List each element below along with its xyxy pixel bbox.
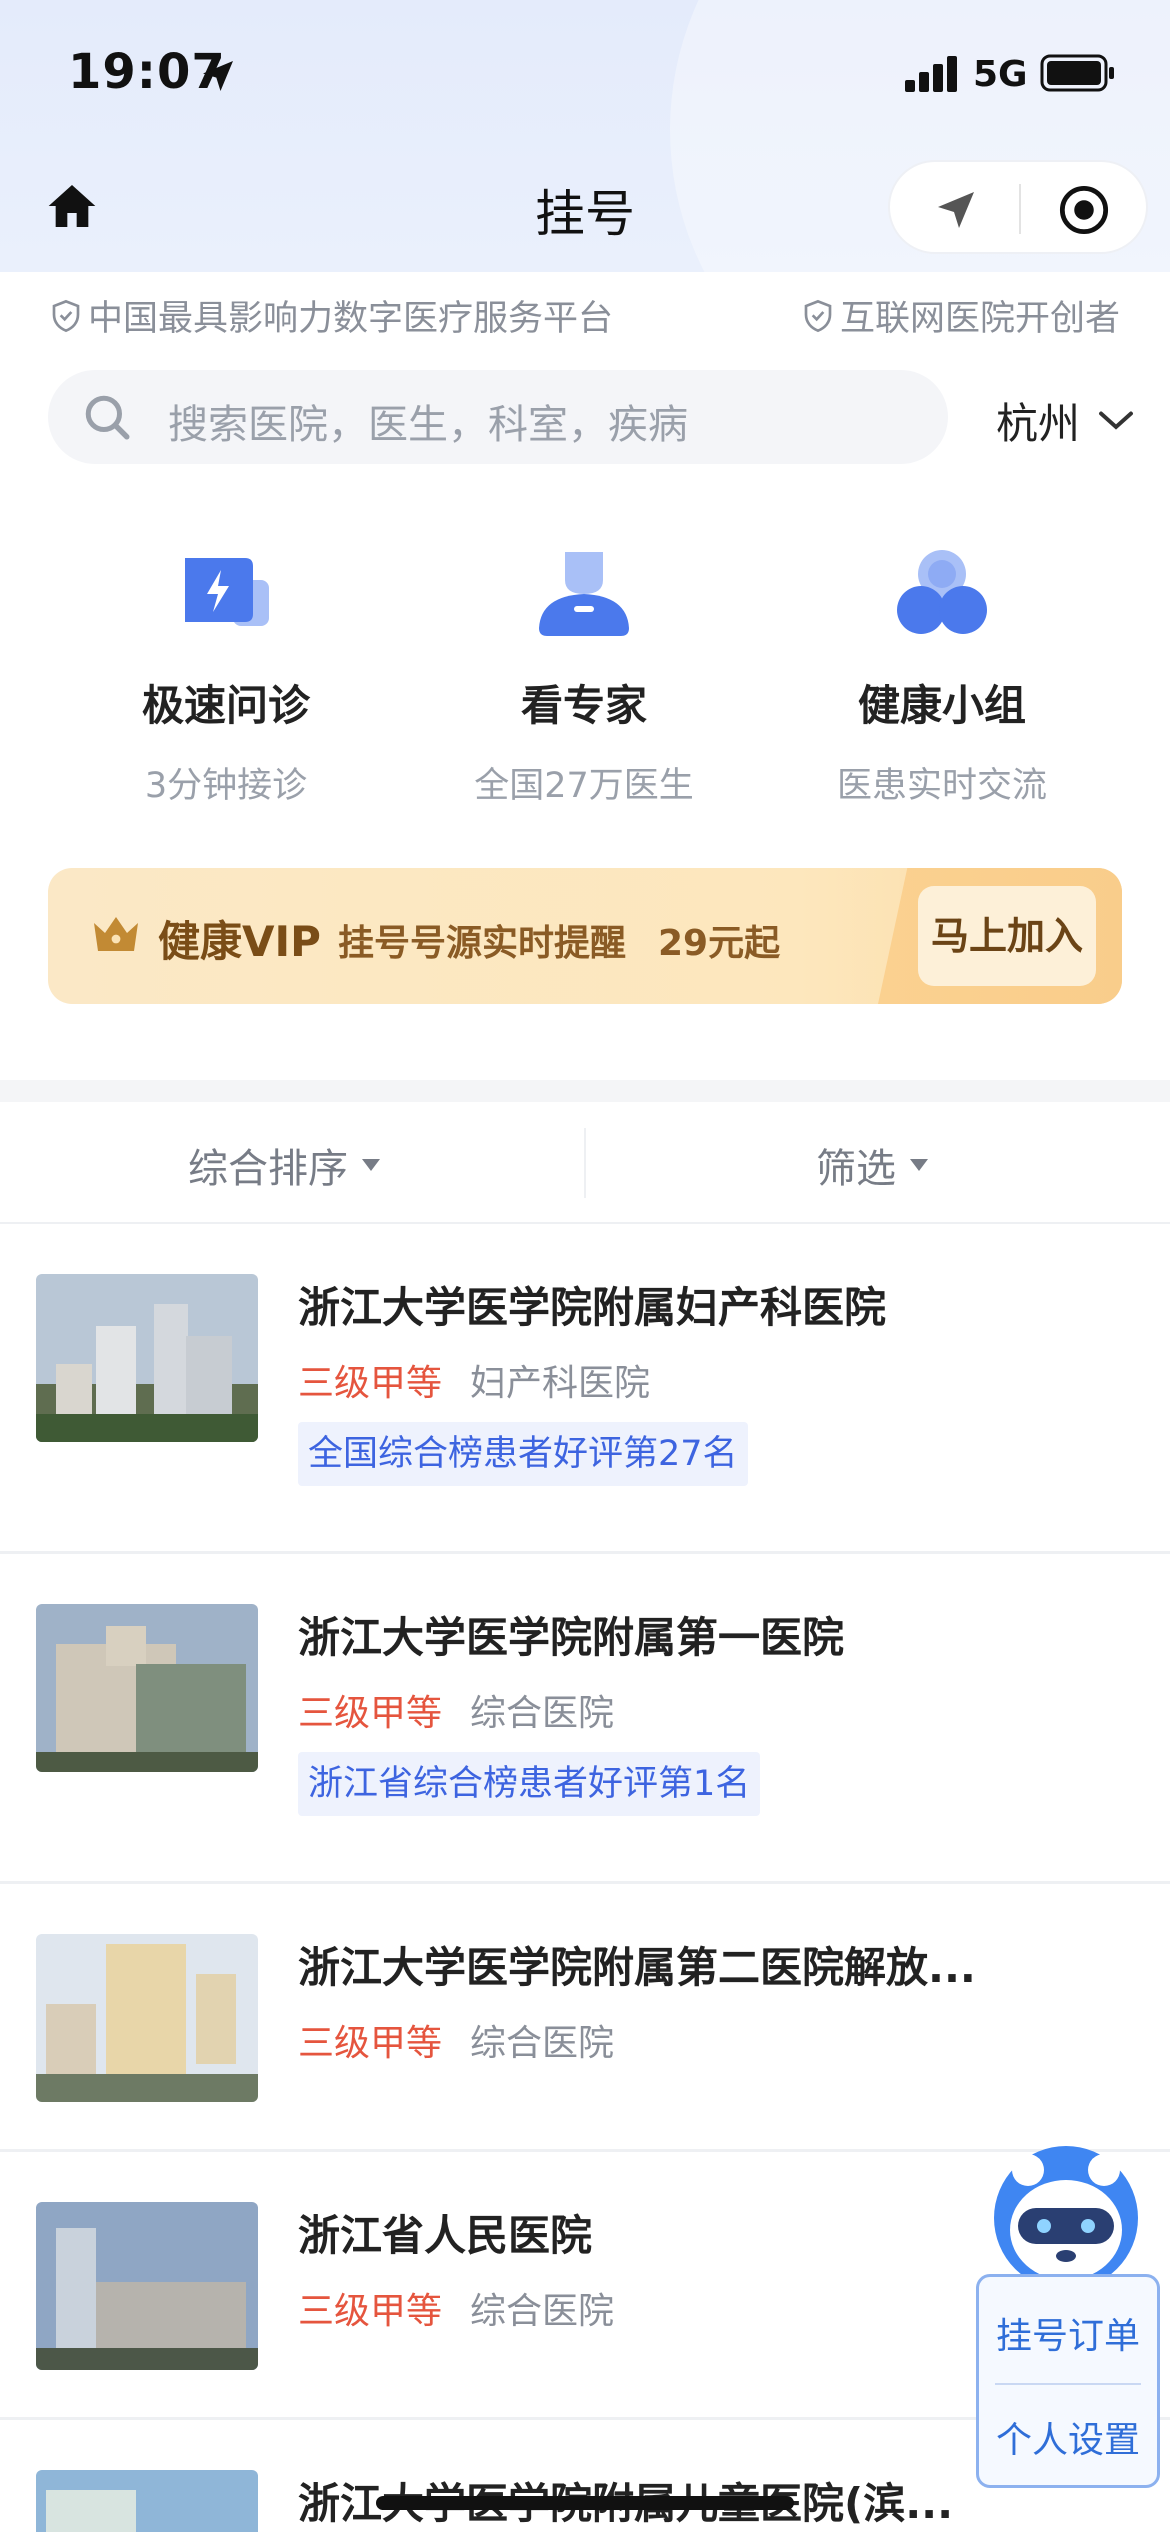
hospital-grade: 三级甲等	[298, 2023, 443, 2064]
signal-icon	[905, 56, 957, 92]
doctor-icon	[539, 552, 629, 636]
hospital-type: 综合医院	[470, 1693, 615, 1734]
shield-check-icon	[52, 299, 80, 332]
quick-action-title: 看专家	[520, 681, 647, 730]
hospital-photo	[36, 1934, 258, 2102]
hospital-name: 浙江大学医学院附属第一医院	[298, 1613, 845, 1662]
vip-price: 29元起	[658, 923, 781, 964]
battery-icon	[1040, 54, 1114, 92]
quick-action-health-group[interactable]: 健康小组 医患实时交流	[782, 540, 1102, 808]
nav-bar: 挂号	[0, 150, 1170, 272]
hospital-meta: 三级甲等 综合医院	[298, 2014, 614, 2066]
hospital-grade: 三级甲等	[298, 2291, 443, 2332]
chevron-down-icon	[1099, 411, 1133, 430]
hospital-meta: 三级甲等 妇产科医院	[298, 1354, 650, 1406]
quick-action-subtitle: 医患实时交流	[836, 766, 1047, 806]
slogan-right: 互联网医院开创者	[802, 290, 1120, 341]
slogan-row: 中国最具影响力数字医疗服务平台 互联网医院开创者	[0, 290, 1170, 340]
hospital-rank-tag: 浙江省综合榜患者好评第1名	[298, 1752, 761, 1816]
quick-actions: 极速问诊 3分钟接诊 看专家 全国27万医生 健康小组 医患实时交流	[0, 540, 1170, 820]
hospital-item[interactable]: 浙江大学医学院附属第二医院解放... 三级甲等 综合医院	[0, 1884, 1170, 2152]
hospital-grade: 三级甲等	[298, 1693, 443, 1734]
shield-check-icon	[804, 299, 832, 332]
hospital-photo	[36, 2202, 258, 2370]
search-icon	[85, 395, 130, 440]
hospital-photo	[36, 2470, 258, 2532]
sort-bar: 综合排序 筛选	[0, 1102, 1170, 1224]
hospital-name: 浙江大学医学院附属妇产科医院	[298, 1283, 887, 1332]
hospital-type: 综合医院	[470, 2291, 615, 2332]
filter-label: 筛选	[816, 1146, 896, 1192]
sort-divider	[584, 1128, 586, 1198]
vip-banner[interactable]: 健康VIP 挂号号源实时提醒 29元起 马上加入	[48, 868, 1122, 1004]
slogan-left: 中国最具影响力数字医疗服务平台	[50, 290, 613, 341]
hospital-item[interactable]: 浙江大学医学院附属妇产科医院 三级甲等 妇产科医院 全国综合榜患者好评第27名	[0, 1224, 1170, 1554]
network-label: 5G	[973, 54, 1028, 95]
quick-action-title: 极速问诊	[141, 681, 310, 730]
hospital-item[interactable]: 浙江大学医学院附属第一医院 三级甲等 综合医院 浙江省综合榜患者好评第1名	[0, 1554, 1170, 1884]
crown-icon	[94, 917, 138, 951]
section-divider	[0, 1080, 1170, 1102]
city-label: 杭州	[996, 399, 1081, 448]
floating-menu: 挂号订单 个人设置	[976, 2274, 1160, 2488]
quick-action-fast-consult[interactable]: 极速问诊 3分钟接诊	[66, 540, 386, 808]
sort-comprehensive-button[interactable]: 综合排序	[188, 1136, 380, 1194]
sort-label: 综合排序	[188, 1146, 348, 1192]
hospital-photo	[36, 1274, 258, 1442]
personal-settings-link[interactable]: 个人设置	[979, 2411, 1157, 2463]
slogan-left-text: 中国最具影响力数字医疗服务平台	[88, 299, 614, 339]
hospital-rank-tag: 全国综合榜患者好评第27名	[298, 1422, 748, 1486]
triangle-down-icon	[910, 1159, 928, 1171]
lightning-chat-icon	[185, 558, 269, 626]
triangle-down-icon	[362, 1159, 380, 1171]
group-icon	[897, 550, 987, 634]
home-indicator	[376, 2496, 794, 2510]
navigate-icon[interactable]	[932, 186, 980, 234]
quick-action-title: 健康小组	[857, 681, 1026, 730]
location-arrow-icon	[203, 61, 233, 91]
status-bar: 19:07 5G	[0, 0, 1170, 150]
search-placeholder: 搜索医院，医生，科室，疾病	[168, 402, 688, 448]
hospital-type: 综合医院	[470, 2023, 615, 2064]
join-vip-button[interactable]: 马上加入	[918, 886, 1096, 986]
slogan-right-text: 互联网医院开创者	[839, 299, 1120, 339]
quick-action-subtitle: 全国27万医生	[474, 766, 694, 806]
city-selector[interactable]: 杭州	[996, 390, 1134, 451]
vip-desc: 挂号号源实时提醒	[338, 923, 627, 964]
filter-button[interactable]: 筛选	[816, 1136, 928, 1194]
quick-action-experts[interactable]: 看专家 全国27万医生	[424, 540, 744, 808]
hospital-type: 妇产科医院	[470, 1363, 651, 1404]
hospital-meta: 三级甲等 综合医院	[298, 1684, 614, 1736]
search-row: 搜索医院，医生，科室，疾病 杭州	[0, 370, 1170, 466]
assistant-bear-icon[interactable]	[988, 2140, 1144, 2290]
hospital-photo	[36, 1604, 258, 1772]
mini-program-capsule	[888, 160, 1148, 254]
hospital-name: 浙江省人民医院	[298, 2211, 593, 2260]
close-target-icon[interactable]	[1058, 184, 1110, 236]
hospital-name: 浙江大学医学院附属第二医院解放...	[298, 1943, 976, 1992]
hospital-meta: 三级甲等 综合医院	[298, 2282, 614, 2334]
search-input[interactable]: 搜索医院，医生，科室，疾病	[48, 370, 948, 464]
quick-action-subtitle: 3分钟接诊	[144, 766, 308, 806]
capsule-divider	[1019, 184, 1021, 234]
menu-divider	[995, 2383, 1141, 2385]
hospital-grade: 三级甲等	[298, 1363, 443, 1404]
vip-title: 健康VIP	[158, 917, 321, 966]
my-orders-link[interactable]: 挂号订单	[979, 2307, 1157, 2359]
